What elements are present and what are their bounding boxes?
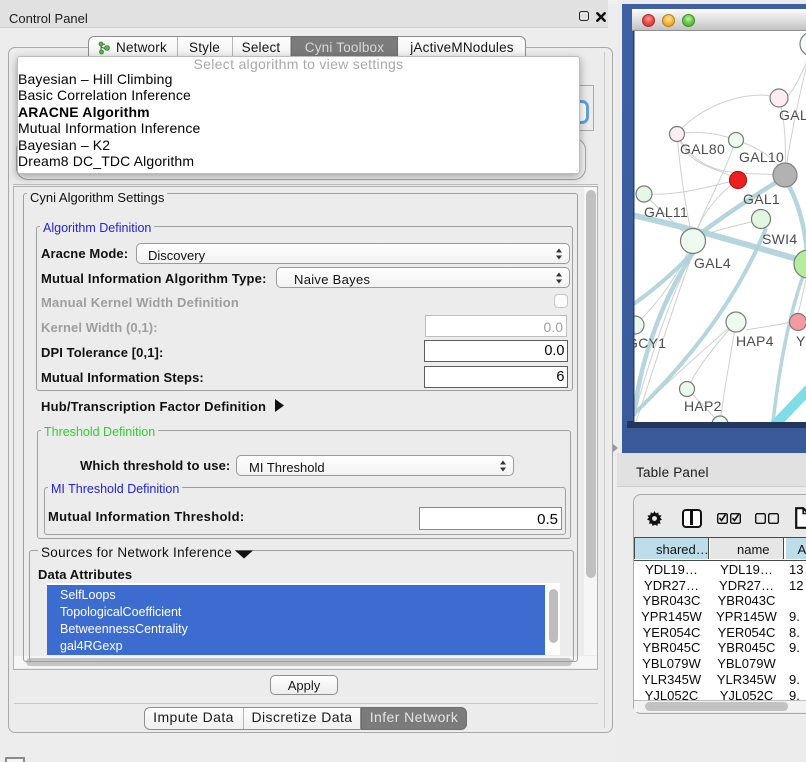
svg-text:GCY1: GCY1 [633, 335, 666, 351]
svg-text:GAL11: GAL11 [644, 204, 688, 220]
svg-text:GAL4: GAL4 [694, 255, 731, 271]
svg-text:GAL7: GAL7 [779, 107, 806, 123]
svg-text:Y: Y [796, 333, 806, 349]
svg-text:HAP2: HAP2 [684, 398, 722, 414]
svg-text:GAL80: GAL80 [680, 141, 725, 157]
svg-text:GAL1: GAL1 [743, 191, 780, 207]
svg-text:GAL10: GAL10 [739, 149, 784, 165]
svg-text:SWI4: SWI4 [762, 231, 797, 247]
svg-text:HAP4: HAP4 [736, 333, 774, 349]
